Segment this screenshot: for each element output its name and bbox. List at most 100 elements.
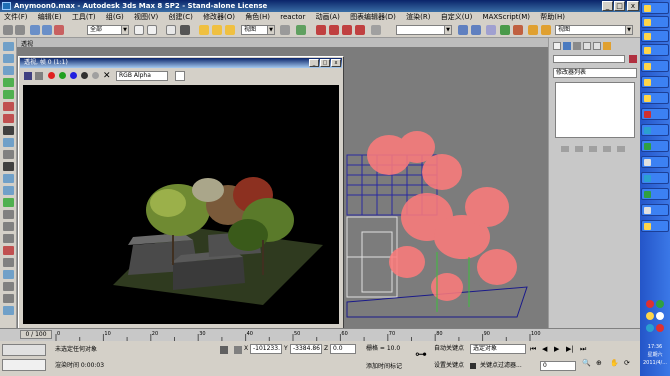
dashpot-icon[interactable] <box>3 138 14 147</box>
save-icon[interactable] <box>24 72 32 80</box>
spinner-snap-icon[interactable] <box>355 25 365 35</box>
taskbar-item[interactable] <box>641 220 669 232</box>
tray-icon[interactable] <box>656 300 664 308</box>
menu-customize[interactable]: 自定义(U) <box>437 12 477 23</box>
taskbar-item[interactable] <box>641 16 669 28</box>
create-tab-icon[interactable] <box>553 42 561 50</box>
tray-icon[interactable] <box>646 324 654 332</box>
bind-space-warp-icon[interactable] <box>54 25 64 35</box>
motion-tab-icon[interactable] <box>583 42 591 50</box>
arc-rotate-icon[interactable]: ⟳ <box>624 359 630 367</box>
next-frame-icon[interactable]: ▶| <box>566 345 574 353</box>
menu-reactor[interactable]: reactor <box>276 12 309 23</box>
menu-character[interactable]: 角色(H) <box>241 12 274 23</box>
render-window-title-bar[interactable]: 透视, 帧 0 (1:1) <box>20 58 342 68</box>
menu-modifiers[interactable]: 修改器(O) <box>199 12 239 23</box>
menu-graph-editors[interactable]: 图表编辑器(D) <box>346 12 400 23</box>
curve-editor-icon[interactable] <box>500 25 510 35</box>
auto-key-button[interactable]: 自动关键点 <box>434 344 464 354</box>
time-slider[interactable]: 0 / 100 <box>20 330 52 339</box>
toy-car-icon[interactable] <box>3 174 14 183</box>
reactor-icon[interactable] <box>3 42 14 51</box>
current-frame-field[interactable]: 0 <box>540 361 576 371</box>
undo-icon[interactable] <box>3 25 13 35</box>
percent-snap-icon[interactable] <box>342 25 352 35</box>
object-name-field[interactable] <box>553 55 625 63</box>
menu-tools[interactable]: 工具(T) <box>68 12 100 23</box>
pin-stack-icon[interactable] <box>561 146 569 152</box>
window-crossing-icon[interactable] <box>180 25 190 35</box>
manipulate-icon[interactable] <box>296 25 306 35</box>
taskbar-item[interactable] <box>641 124 669 136</box>
tray-icon[interactable] <box>646 312 654 320</box>
remove-modifier-icon[interactable] <box>603 146 611 152</box>
render-maximize-button[interactable]: □ <box>320 59 330 67</box>
taskbar-item[interactable] <box>641 204 669 216</box>
x-coordinate-field[interactable]: -101233. <box>250 344 282 354</box>
alpha-channel-icon[interactable] <box>81 72 88 79</box>
material-editor-icon[interactable] <box>513 25 523 35</box>
select-scale-icon[interactable] <box>225 25 235 35</box>
water-icon[interactable] <box>3 198 14 207</box>
previous-frame-icon[interactable]: ◀ <box>542 345 547 353</box>
create-animation-icon[interactable] <box>3 294 14 303</box>
wind-icon[interactable] <box>3 162 14 171</box>
clock-time[interactable]: 17:36 <box>640 344 670 350</box>
cloth-icon[interactable] <box>3 66 14 75</box>
layer-manager-icon[interactable] <box>486 25 496 35</box>
region-select-icon[interactable] <box>166 25 176 35</box>
quick-render-icon[interactable] <box>541 25 551 35</box>
render-minimize-button[interactable]: _ <box>309 59 319 67</box>
blue-channel-icon[interactable] <box>70 72 77 79</box>
go-to-end-icon[interactable]: ⏭ <box>580 345 586 354</box>
taskbar-item[interactable] <box>641 60 669 72</box>
prismatic-icon[interactable] <box>3 246 14 255</box>
hierarchy-tab-icon[interactable] <box>573 42 581 50</box>
track-bar[interactable]: 0 10 20 30 40 50 60 70 80 90 100 <box>0 328 640 341</box>
named-selection-icon[interactable] <box>371 25 381 35</box>
menu-create[interactable]: 创建(C) <box>164 12 196 23</box>
unlink-icon[interactable] <box>42 25 52 35</box>
mirror-icon[interactable] <box>458 25 468 35</box>
taskbar-item[interactable] <box>641 2 669 14</box>
named-selection-sets-dropdown[interactable]: ▼ <box>396 25 452 35</box>
taskbar-item[interactable] <box>641 44 669 56</box>
align-icon[interactable] <box>471 25 481 35</box>
red-channel-icon[interactable] <box>48 72 55 79</box>
minimize-button[interactable]: _ <box>602 1 613 11</box>
key-filter-checkbox[interactable] <box>470 363 476 369</box>
menu-group[interactable]: 组(G) <box>102 12 128 23</box>
channel-dropdown[interactable]: RGB Alpha <box>116 71 168 81</box>
select-by-name-icon[interactable] <box>147 25 157 35</box>
tray-icon[interactable] <box>656 324 664 332</box>
taskbar-item[interactable] <box>641 76 669 88</box>
maxscript-mini-listener[interactable] <box>2 359 46 371</box>
menu-help[interactable]: 帮助(H) <box>536 12 569 23</box>
select-object-icon[interactable] <box>134 25 144 35</box>
render-scene-icon[interactable] <box>528 25 538 35</box>
snap-toggle-icon[interactable] <box>316 25 326 35</box>
key-icon[interactable]: ⊶ <box>415 347 429 361</box>
taskbar-item[interactable] <box>641 30 669 42</box>
soft-body-icon[interactable] <box>3 78 14 87</box>
menu-views[interactable]: 视图(V) <box>130 12 162 23</box>
key-filters-button[interactable]: 关键点过滤器... <box>480 361 522 371</box>
render-type-dropdown[interactable]: 视图 ▼ <box>555 25 633 35</box>
constraint-solver-icon[interactable] <box>3 210 14 219</box>
taskbar-item[interactable] <box>641 140 669 152</box>
utilities-tab-icon[interactable] <box>603 42 611 50</box>
car-wheel-icon[interactable] <box>3 258 14 267</box>
taskbar-item[interactable] <box>641 188 669 200</box>
fracture-icon[interactable] <box>3 186 14 195</box>
tray-icon[interactable] <box>646 300 654 308</box>
render-close-button[interactable]: x <box>331 59 341 67</box>
taskbar-item[interactable] <box>641 156 669 168</box>
zoom-all-icon[interactable]: ⊕ <box>596 359 602 367</box>
object-color-swatch[interactable] <box>629 55 637 63</box>
selection-filter-dropdown[interactable]: 全部 ▼ <box>87 25 129 35</box>
mono-icon[interactable] <box>92 72 99 79</box>
lock-icon[interactable] <box>220 346 228 354</box>
y-coordinate-field[interactable]: -3384.86 <box>290 344 322 354</box>
redo-icon[interactable] <box>15 25 25 35</box>
plane-icon[interactable] <box>3 114 14 123</box>
